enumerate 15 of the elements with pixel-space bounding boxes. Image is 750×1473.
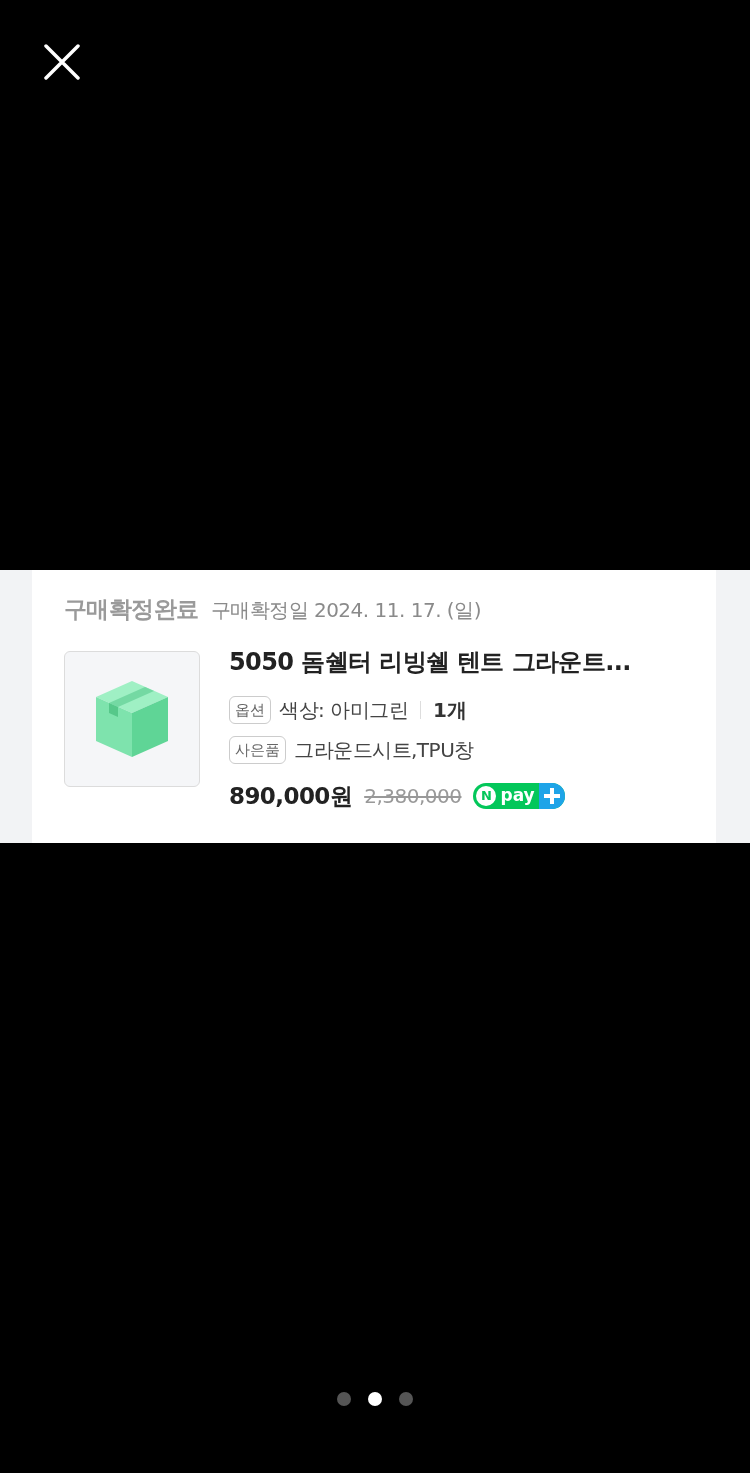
npay-n-mark: N [476,785,497,806]
detail-value: 그라운드시트,TPU창 [294,736,474,764]
confirm-date: 구매확정일 2024. 11. 17. (일) [210,597,481,624]
order-status: 구매확정완료 [64,595,199,624]
close-icon[interactable] [44,44,80,80]
quantity: 1개 [433,696,468,724]
plus-icon [538,782,565,809]
npay-text: pay [499,787,536,805]
product-title: 5050 돔쉘터 리빙쉘 텐트 그라운트... [229,646,631,677]
detail-value: 색상: 아미그린 [279,696,409,724]
box-icon [94,678,170,759]
detail-tag: 사은품 [229,735,286,764]
sale-price: 890,000원 [229,781,353,811]
original-price: 2,380,000 [364,782,462,810]
detail-tag: 옵션 [229,695,271,724]
